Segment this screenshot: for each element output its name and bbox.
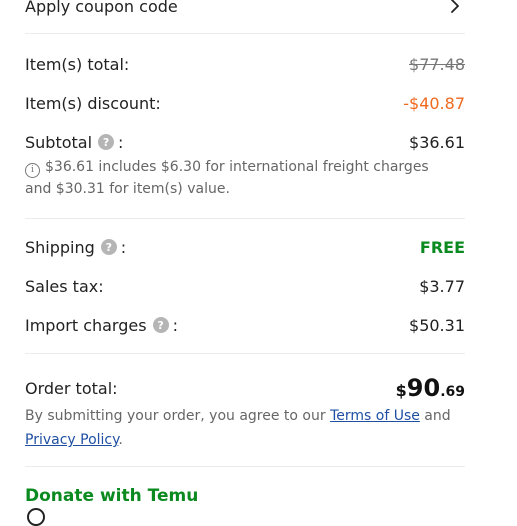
- order-summary-panel: Apply coupon code Item(s) total: $77.48 …: [25, 0, 465, 526]
- shipping-label-group: Shipping ? :: [25, 238, 126, 257]
- items-total-row: Item(s) total: $77.48: [25, 52, 465, 76]
- info-icon: i: [25, 162, 40, 178]
- order-total-label: Order total:: [25, 378, 118, 398]
- items-total-value: $77.48: [409, 54, 465, 74]
- subtotal-row: Subtotal ? : $36.61: [25, 130, 465, 154]
- privacy-policy-link[interactable]: Privacy Policy: [25, 432, 118, 448]
- import-charges-row: Import charges ? : $50.31: [25, 313, 465, 337]
- subtotal-value: $36.61: [409, 132, 465, 152]
- order-total-whole: 90: [406, 374, 441, 402]
- agreement-middle: and: [419, 408, 451, 424]
- subtotal-note: i $36.61 includes $6.30 for international…: [25, 156, 445, 200]
- sales-tax-row: Sales tax: $3.77: [25, 274, 465, 298]
- items-discount-label: Item(s) discount:: [25, 93, 161, 113]
- divider: [25, 33, 465, 34]
- terms-of-use-link[interactable]: Terms of Use: [330, 408, 420, 424]
- subtotal-label-group: Subtotal ? :: [25, 133, 123, 152]
- divider: [25, 466, 465, 467]
- order-total-amount: $90.69: [396, 374, 465, 402]
- import-charges-label: Import charges: [25, 315, 147, 335]
- order-total-cents: .69: [440, 384, 465, 400]
- order-total-currency: $: [395, 381, 407, 400]
- chevron-right-icon[interactable]: [445, 0, 465, 16]
- colon: :: [172, 315, 178, 335]
- agreement-prefix: By submitting your order, you agree to o…: [25, 408, 331, 424]
- apply-coupon-row[interactable]: Apply coupon code: [25, 0, 465, 20]
- shipping-value: FREE: [419, 237, 465, 257]
- help-icon[interactable]: ?: [98, 134, 115, 150]
- donate-option-icon[interactable]: [27, 508, 45, 526]
- items-discount-value: -$40.87: [403, 93, 465, 113]
- divider: [25, 218, 465, 219]
- order-total-row: Order total: $90.69: [25, 372, 465, 404]
- divider: [25, 353, 465, 354]
- agreement-text: By submitting your order, you agree to o…: [25, 404, 455, 452]
- apply-coupon-label: Apply coupon code: [25, 0, 178, 16]
- shipping-label: Shipping: [25, 237, 95, 257]
- items-discount-row: Item(s) discount: -$40.87: [25, 91, 465, 115]
- shipping-row: Shipping ? : FREE: [25, 235, 465, 259]
- help-icon[interactable]: ?: [152, 317, 169, 333]
- subtotal-note-text: $36.61 includes $6.30 for international …: [25, 159, 429, 197]
- sales-tax-value: $3.77: [419, 276, 465, 296]
- import-charges-value: $50.31: [409, 315, 465, 335]
- import-charges-label-group: Import charges ? :: [25, 316, 178, 335]
- colon: :: [118, 132, 124, 152]
- items-total-label: Item(s) total:: [25, 54, 130, 74]
- colon: :: [120, 237, 127, 257]
- sales-tax-label: Sales tax:: [25, 276, 104, 296]
- donate-with-temu-heading: Donate with Temu: [25, 486, 199, 506]
- help-icon[interactable]: ?: [100, 239, 117, 255]
- agreement-suffix: .: [118, 432, 123, 448]
- subtotal-label: Subtotal: [25, 132, 93, 152]
